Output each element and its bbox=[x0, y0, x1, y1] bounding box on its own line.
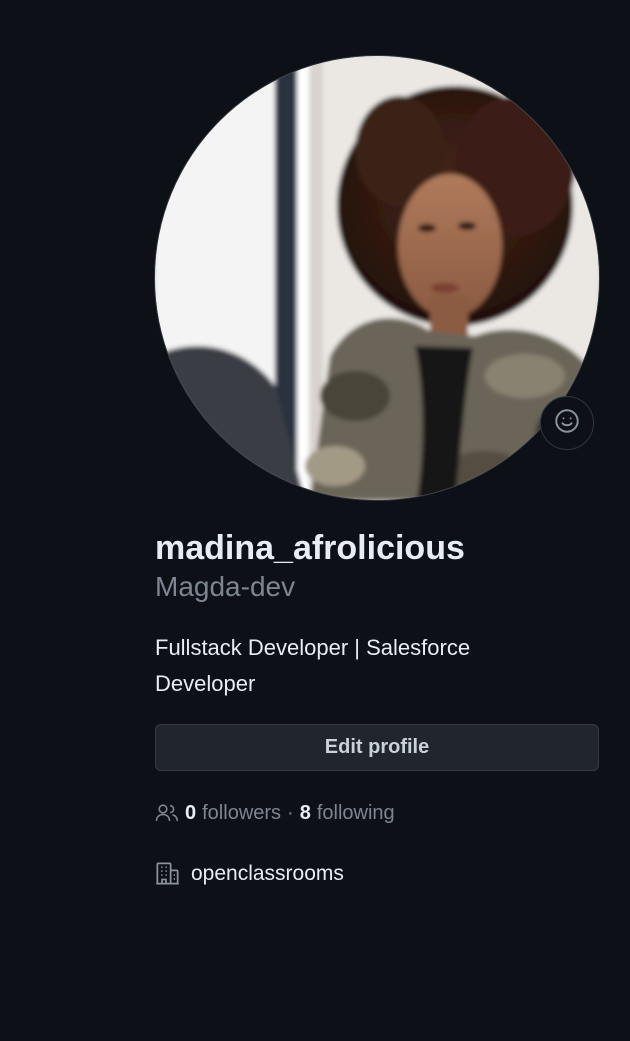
organization-item: openclassrooms bbox=[155, 861, 599, 886]
following-label: following bbox=[316, 801, 395, 824]
display-name: Magda-dev bbox=[155, 571, 296, 602]
smiley-icon bbox=[554, 408, 580, 439]
follow-separator: · bbox=[287, 801, 294, 824]
followers-count: 0 bbox=[185, 801, 197, 824]
people-icon bbox=[155, 803, 179, 823]
following-link[interactable]: 8 following bbox=[300, 802, 395, 825]
avatar[interactable] bbox=[155, 56, 599, 500]
edit-profile-button[interactable]: Edit profile bbox=[155, 724, 599, 771]
followers-label: followers bbox=[202, 801, 282, 824]
organization-icon bbox=[155, 861, 180, 886]
followers-link[interactable]: 0 followers bbox=[185, 802, 281, 825]
avatar-container bbox=[155, 56, 599, 500]
username: madina_afrolicious bbox=[155, 529, 465, 567]
bio: Fullstack Developer | Salesforce Develop… bbox=[155, 635, 471, 696]
organization-name: openclassrooms bbox=[191, 861, 344, 885]
follow-stats: 0 followers · 8 following bbox=[155, 799, 599, 827]
profile-card: madina_afrolicious Magda-dev Fullstack D… bbox=[155, 56, 599, 886]
avatar-photo bbox=[155, 56, 599, 500]
set-status-button[interactable] bbox=[540, 396, 594, 450]
following-count: 8 bbox=[299, 801, 311, 824]
